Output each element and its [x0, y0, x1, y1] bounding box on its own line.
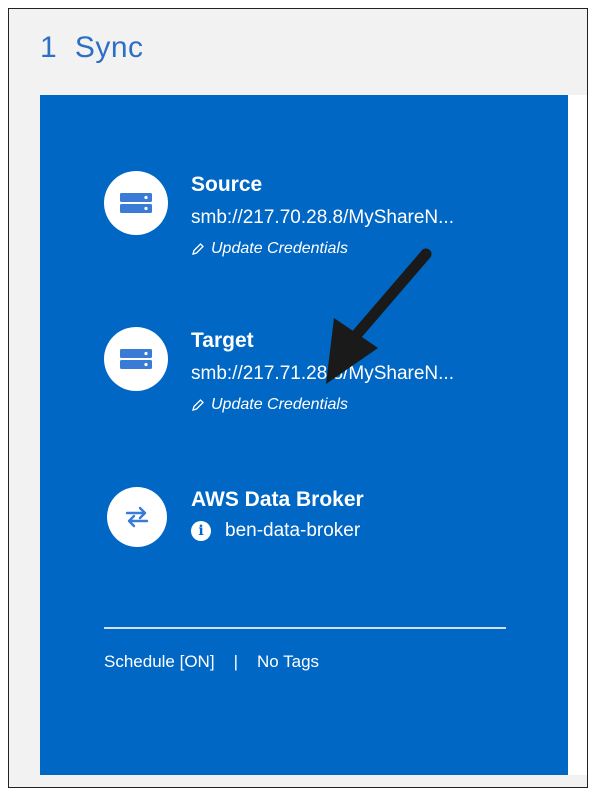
target-update-label: Update Credentials	[211, 396, 348, 413]
tags-link[interactable]: No Tags	[257, 652, 319, 672]
server-icon	[120, 193, 152, 213]
target-title: Target	[191, 329, 254, 352]
sync-panel: 1 Sync Source smb://217.70.28.8/MyShareN…	[8, 8, 588, 788]
sync-title: Sync	[74, 31, 144, 64]
target-server-icon	[104, 327, 168, 391]
source-update-label: Update Credentials	[211, 240, 348, 257]
source-url: smb://217.70.28.8/MyShareN...	[191, 207, 454, 228]
adjacent-panel	[568, 95, 587, 775]
footer-separator: |	[233, 652, 238, 671]
page-title: 1 Sync	[40, 31, 144, 65]
source-title: Source	[191, 173, 263, 196]
broker-title: AWS Data Broker	[191, 488, 364, 511]
schedule-link[interactable]: Schedule [ON]	[104, 652, 215, 672]
broker-name-line: i ben-data-broker	[191, 520, 360, 542]
pencil-icon	[192, 243, 204, 255]
source-server-icon	[104, 171, 168, 235]
sync-relationship-card[interactable]: Source smb://217.70.28.8/MyShareN... Upd…	[40, 95, 568, 775]
card-footer: Schedule [ON] | No Tags	[104, 652, 319, 672]
server-icon	[120, 349, 152, 369]
pencil-icon	[192, 399, 204, 411]
info-icon[interactable]: i	[191, 521, 211, 541]
target-update-credentials-link[interactable]: Update Credentials	[191, 396, 348, 414]
swap-arrows-icon	[125, 506, 149, 528]
sync-count: 1	[40, 31, 58, 64]
target-url: smb://217.71.28.8/MyShareN...	[191, 363, 454, 384]
card-divider	[104, 627, 506, 629]
broker-name: ben-data-broker	[225, 520, 361, 541]
broker-swap-icon	[107, 487, 167, 547]
source-update-credentials-link[interactable]: Update Credentials	[191, 240, 348, 258]
